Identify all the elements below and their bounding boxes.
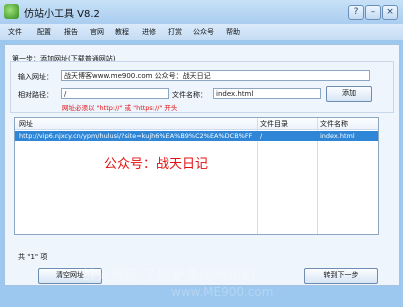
menu-reward[interactable]: 打赏 bbox=[168, 27, 182, 37]
menu-bar: 文件 配置 报告 官网 教程 进修 打赏 公众号 帮助 bbox=[0, 24, 403, 40]
url-input[interactable]: 战天博客www.me900.com 公众号：战天日记 bbox=[61, 70, 370, 81]
item-count: 共 "1" 项 bbox=[18, 253, 48, 261]
minimize-button[interactable]: – bbox=[365, 5, 381, 20]
column-header-directory[interactable]: 文件目录 bbox=[260, 119, 288, 129]
title-bar: 仿站小工具 V8.2 ? – × bbox=[0, 0, 403, 24]
row-url: http://vip6.njxcy.cn/ypm/hulusi/?site=ku… bbox=[19, 132, 253, 140]
relative-path-label: 相对路径： bbox=[18, 91, 53, 99]
overlay-text: 公众号：战天日记 bbox=[104, 157, 209, 172]
table-header: 网址 文件目录 文件名称 bbox=[15, 118, 378, 130]
app-window: 仿站小工具 V8.2 ? – × 文件 配置 报告 官网 教程 进修 打赏 公众… bbox=[0, 0, 403, 307]
menu-file[interactable]: 文件 bbox=[8, 27, 22, 37]
filename-input[interactable]: index.html bbox=[213, 88, 321, 99]
menu-config[interactable]: 配置 bbox=[37, 27, 51, 37]
close-button[interactable]: × bbox=[382, 5, 398, 20]
menu-official-site[interactable]: 官网 bbox=[90, 27, 104, 37]
menu-help[interactable]: 帮助 bbox=[226, 27, 240, 37]
menu-report[interactable]: 报告 bbox=[64, 27, 78, 37]
filename-label: 文件名称： bbox=[172, 91, 207, 99]
next-step-button[interactable]: 转到下一步 bbox=[304, 268, 378, 284]
help-button[interactable]: ? bbox=[348, 5, 364, 20]
watermark-line-1: 战天博客-了解更多网络知识 bbox=[82, 268, 256, 284]
row-directory: / bbox=[260, 132, 263, 140]
menu-training[interactable]: 进修 bbox=[142, 27, 156, 37]
menu-public-account[interactable]: 公众号 bbox=[193, 27, 214, 37]
menu-tutorial[interactable]: 教程 bbox=[115, 27, 129, 37]
url-label: 输入网址： bbox=[18, 73, 53, 81]
column-header-url[interactable]: 网址 bbox=[19, 119, 33, 129]
row-filename: index.html bbox=[320, 132, 355, 140]
add-button[interactable]: 添加 bbox=[326, 86, 372, 102]
column-header-filename[interactable]: 文件名称 bbox=[320, 119, 348, 129]
url-note: 网址必须以 "http://" 或 "https://" 开头 bbox=[62, 104, 178, 112]
url-table[interactable]: 网址 文件目录 文件名称 http://vip6.njxcy.cn/ypm/hu… bbox=[14, 117, 379, 235]
table-row[interactable]: http://vip6.njxcy.cn/ypm/hulusi/?site=ku… bbox=[15, 131, 378, 141]
relative-path-input[interactable]: / bbox=[61, 88, 169, 99]
watermark-line-2: www.ME900.com bbox=[171, 285, 274, 299]
app-icon bbox=[4, 4, 19, 19]
window-title: 仿站小工具 V8.2 bbox=[24, 9, 100, 20]
